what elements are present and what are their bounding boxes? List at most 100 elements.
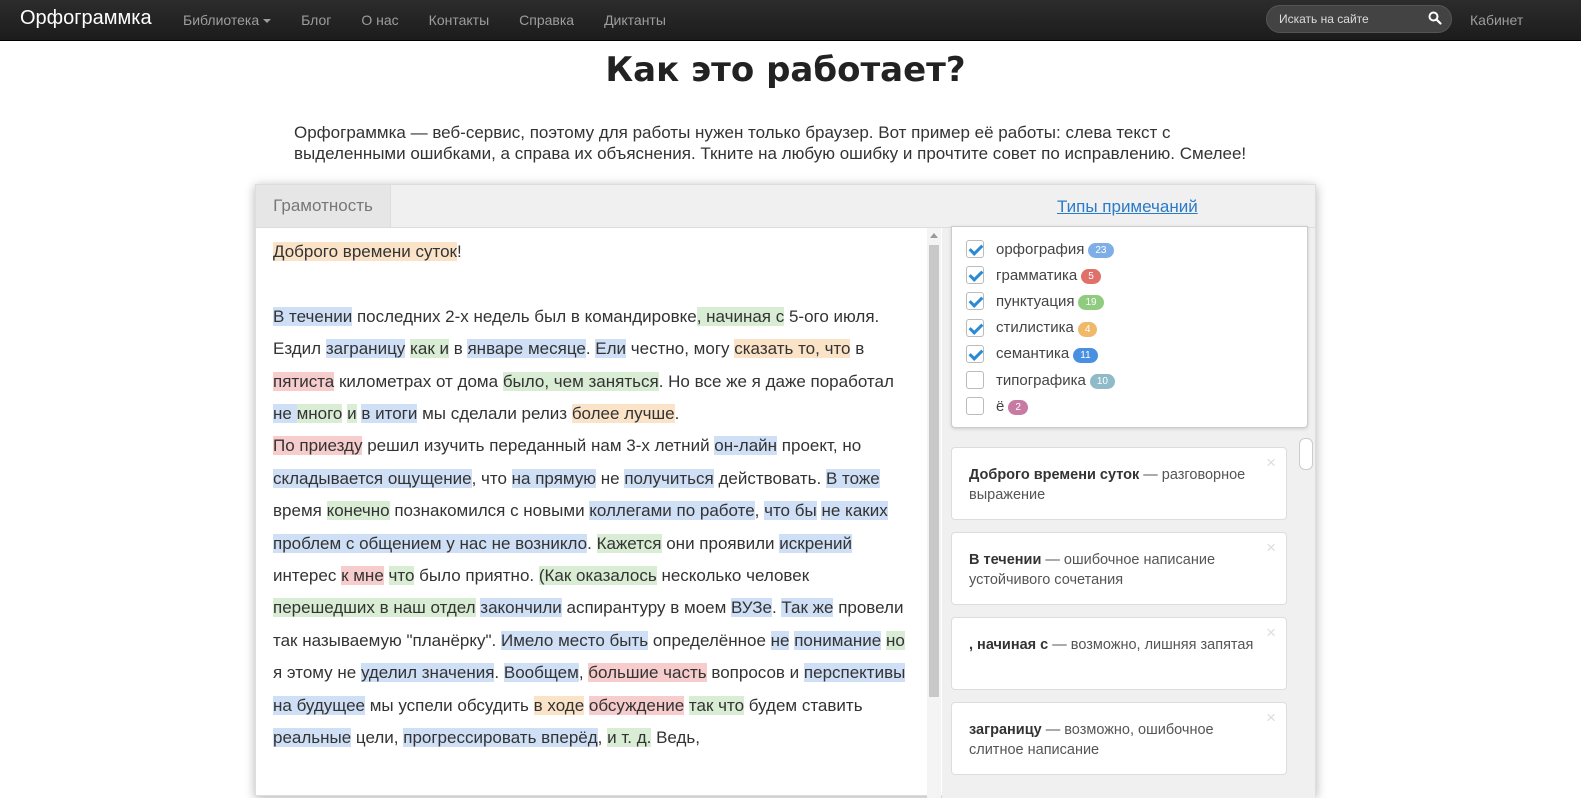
text-segment: последних 2-х недель был в командировке bbox=[352, 306, 697, 326]
highlighted-mistake[interactable]: складывается ощущение bbox=[273, 468, 472, 488]
text-segment: Ведь, bbox=[651, 728, 700, 748]
highlighted-mistake[interactable]: и bbox=[347, 404, 357, 424]
checkbox-checked[interactable] bbox=[966, 240, 984, 258]
highlighted-mistake[interactable]: не bbox=[770, 630, 790, 650]
highlighted-mistake[interactable]: так что bbox=[688, 695, 745, 715]
highlighted-mistake[interactable]: сказать то, что bbox=[734, 339, 851, 359]
cards-scrollbar[interactable] bbox=[1299, 438, 1313, 470]
highlighted-mistake[interactable]: пятиста bbox=[273, 371, 335, 391]
highlighted-mistake[interactable]: было, чем заняться bbox=[502, 371, 659, 391]
highlighted-mistake[interactable]: он-лайн bbox=[714, 436, 778, 456]
highlighted-mistake[interactable]: Кажется bbox=[596, 533, 662, 553]
highlighted-mistake[interactable]: как и bbox=[410, 339, 449, 359]
navbar: Орфограммка Библиотека Блог О нас Контак… bbox=[0, 0, 1581, 41]
highlighted-mistake[interactable]: В тоже bbox=[825, 468, 880, 488]
highlighted-mistake[interactable]: Так же bbox=[781, 598, 834, 618]
nav-about[interactable]: О нас bbox=[346, 0, 413, 40]
nav-dictations[interactable]: Диктанты bbox=[589, 0, 681, 40]
highlighted-mistake[interactable]: ( bbox=[538, 566, 545, 586]
highlighted-mistake[interactable]: большие часть bbox=[588, 663, 707, 683]
highlighted-mistake[interactable]: ВУЗе bbox=[731, 598, 772, 618]
highlighted-mistake[interactable]: но bbox=[885, 630, 905, 650]
highlighted-mistake[interactable]: заграницу bbox=[325, 339, 406, 359]
count-badge: 10 bbox=[1089, 374, 1115, 389]
highlighted-mistake[interactable]: искрений bbox=[779, 533, 853, 553]
close-icon[interactable]: × bbox=[1266, 454, 1276, 471]
checkbox-unchecked[interactable] bbox=[966, 397, 984, 416]
note-card[interactable]: В течении — ошибочное написание устойчив… bbox=[951, 532, 1287, 605]
highlighted-mistake[interactable]: Ели bbox=[595, 339, 627, 359]
close-icon[interactable]: × bbox=[1266, 539, 1276, 556]
highlighted-mistake[interactable]: В течении bbox=[273, 306, 353, 326]
checkbox-checked[interactable] bbox=[966, 344, 984, 363]
highlighted-mistake[interactable]: По приезду bbox=[273, 436, 363, 456]
highlighted-mistake[interactable]: Доброго времени суток bbox=[273, 242, 457, 261]
note-phrase: В течении bbox=[969, 552, 1042, 568]
highlighted-mistake[interactable]: коллегами по работе bbox=[589, 501, 755, 521]
highlighted-mistake[interactable]: в итоги bbox=[361, 404, 418, 424]
highlighted-mistake[interactable]: январе месяце bbox=[467, 339, 586, 359]
note-type-row[interactable]: грамматика 5 bbox=[966, 264, 1101, 286]
highlighted-mistake[interactable]: , начиная с bbox=[696, 306, 785, 326]
highlighted-mistake[interactable]: в ходе bbox=[533, 695, 585, 715]
highlighted-mistake[interactable]: что bbox=[388, 566, 415, 586]
checkbox-unchecked[interactable] bbox=[966, 371, 984, 389]
close-icon[interactable]: × bbox=[1266, 709, 1276, 726]
tab-literacy[interactable]: Грамотность bbox=[256, 185, 391, 227]
highlighted-mistake[interactable]: проблем с общением у нас не возникло bbox=[273, 533, 588, 553]
text-segment: . bbox=[674, 404, 680, 424]
highlighted-mistake[interactable]: прогрессировать вперёд bbox=[403, 728, 598, 748]
note-type-row[interactable]: орфография 23 bbox=[966, 238, 1114, 260]
scroll-up-icon[interactable] bbox=[930, 233, 938, 238]
nav-help[interactable]: Справка bbox=[504, 0, 589, 40]
note-type-row[interactable]: пунктуация 19 bbox=[966, 290, 1104, 312]
note-type-row[interactable]: стилистика 4 bbox=[966, 317, 1098, 339]
highlighted-mistake[interactable]: более лучше bbox=[571, 404, 675, 424]
checkbox-checked[interactable] bbox=[966, 318, 984, 337]
text-segment: вопросов и bbox=[706, 663, 804, 683]
highlighted-mistake[interactable]: понимание bbox=[794, 630, 882, 650]
text-segment: в bbox=[448, 339, 468, 359]
highlighted-mistake[interactable]: много bbox=[296, 404, 343, 424]
highlighted-mistake[interactable]: Имело место быть bbox=[501, 630, 649, 650]
scroll-thumb[interactable] bbox=[929, 245, 939, 697]
note-type-row[interactable]: семантика 11 bbox=[966, 343, 1098, 365]
note-type-row[interactable]: ё2 bbox=[966, 395, 1028, 417]
text-scrollbar[interactable] bbox=[927, 228, 941, 798]
checked-text: Доброго времени суток! В течении последни… bbox=[273, 236, 913, 754]
search-input[interactable] bbox=[1279, 11, 1419, 27]
note-types-link[interactable]: Типы примечаний bbox=[1057, 197, 1198, 217]
highlighted-mistake[interactable]: реальные bbox=[273, 728, 352, 748]
nav-contacts[interactable]: Контакты bbox=[414, 0, 504, 40]
highlighted-mistake[interactable]: обсуждение bbox=[588, 695, 685, 715]
highlighted-mistake[interactable]: Как оказалось bbox=[544, 566, 657, 586]
highlighted-mistake[interactable]: уделил значения bbox=[360, 663, 495, 683]
search-icon[interactable] bbox=[1428, 11, 1442, 25]
checkbox-checked[interactable] bbox=[966, 266, 984, 285]
highlighted-mistake[interactable]: закончили bbox=[480, 598, 562, 618]
highlighted-mistake[interactable]: к мне bbox=[341, 566, 384, 586]
note-text: заграницу — возможно, ошибочное слитное … bbox=[969, 720, 1259, 760]
note-card[interactable]: Доброго времени суток — разговорное выра… bbox=[951, 447, 1287, 520]
nav-library[interactable]: Библиотека bbox=[168, 0, 286, 40]
highlighted-mistake[interactable]: получиться bbox=[624, 468, 714, 488]
note-type-label: семантика bbox=[996, 345, 1070, 363]
nav-blog[interactable]: Блог bbox=[286, 0, 346, 40]
note-type-row[interactable]: типографика 10 bbox=[966, 369, 1115, 391]
brand-logo[interactable]: Орфограммка bbox=[20, 7, 152, 30]
highlighted-mistake[interactable]: перешедших в наш отдел bbox=[273, 598, 476, 618]
close-icon[interactable]: × bbox=[1266, 624, 1276, 641]
text-segment: было приятно. bbox=[414, 566, 539, 586]
highlighted-mistake[interactable]: не каких bbox=[821, 501, 888, 521]
highlighted-mistake[interactable]: Вообщем bbox=[503, 663, 579, 683]
note-card[interactable]: , начиная с — возможно, лишняя запятая × bbox=[951, 617, 1287, 690]
highlighted-mistake[interactable]: конечно bbox=[326, 501, 390, 521]
highlighted-mistake[interactable]: на прямую bbox=[511, 468, 597, 488]
note-types-filter: орфография 23 грамматика 5 пунктуация 19 стили… bbox=[951, 226, 1308, 428]
highlighted-mistake[interactable]: не bbox=[273, 404, 297, 424]
checkbox-checked[interactable] bbox=[966, 292, 984, 311]
note-card[interactable]: заграницу — возможно, ошибочное слитное … bbox=[951, 702, 1287, 775]
highlighted-mistake[interactable]: что бы bbox=[764, 501, 817, 521]
cabinet-link[interactable]: Кабинет bbox=[1470, 0, 1523, 40]
highlighted-mistake[interactable]: и т. д. bbox=[607, 728, 652, 748]
